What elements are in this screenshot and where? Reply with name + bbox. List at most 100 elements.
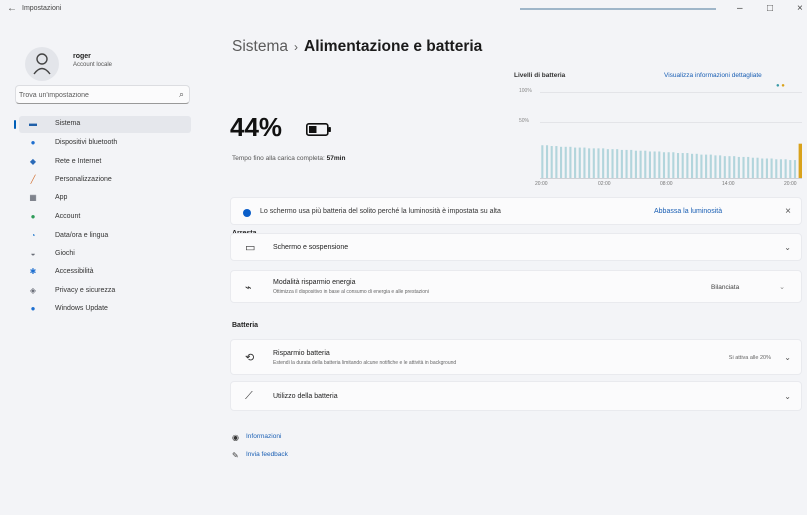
clock-globe-icon: ◔ [30, 231, 36, 240]
close-icon[interactable]: × [785, 206, 791, 217]
info-icon: ◉ [232, 433, 239, 442]
power-mode-dropdown[interactable]: Bilanciata ⌄ [703, 280, 793, 296]
chart-bar[interactable] [644, 150, 647, 178]
chart-bar[interactable] [653, 151, 656, 178]
chart-bar[interactable] [691, 153, 694, 178]
screen-sleep-title: Schermo e sospensione [273, 244, 349, 251]
info-link[interactable]: Informazioni [246, 433, 281, 440]
chart-bar[interactable] [756, 157, 759, 178]
gamepad-icon: ◒ [30, 249, 36, 258]
back-arrow-icon[interactable]: ← [7, 3, 17, 14]
search-input[interactable] [16, 86, 171, 105]
breadcrumb-separator: › [294, 40, 298, 54]
chart-bar[interactable] [634, 150, 637, 178]
chart-bar[interactable] [578, 147, 581, 178]
chart-bar[interactable] [672, 152, 675, 178]
chevron-down-icon[interactable]: ⌄ [784, 243, 791, 252]
battery-usage-card[interactable]: ⟋ Utilizzo della batteria ⌄ [230, 381, 802, 411]
accessibility-icon: ✱ [29, 267, 37, 276]
chart-bar[interactable] [700, 154, 703, 178]
sidebar-item-windows-update[interactable]: ● Windows Update [19, 301, 191, 318]
chart-bar[interactable] [639, 150, 642, 178]
chevron-down-icon[interactable]: ⌄ [784, 353, 791, 362]
chart-bar[interactable] [695, 153, 698, 178]
sidebar-item-app[interactable]: ▦ App [19, 190, 191, 207]
chart-bar[interactable] [723, 156, 726, 178]
chart-bar[interactable] [583, 147, 586, 178]
chevron-down-icon[interactable]: ⌄ [784, 392, 791, 401]
chart-bar[interactable] [597, 148, 600, 178]
chart-bar[interactable] [789, 160, 792, 178]
chart-bar[interactable] [737, 156, 740, 178]
chart-bar[interactable] [770, 158, 773, 179]
close-button[interactable]: × [797, 3, 803, 14]
avatar[interactable] [25, 47, 59, 81]
search-box[interactable]: ⌕ [15, 85, 190, 105]
chart-bar[interactable] [616, 149, 619, 178]
chart-bar[interactable] [667, 152, 670, 178]
chart-bar[interactable] [765, 158, 768, 179]
chart-bar[interactable] [588, 148, 591, 178]
chart-bar[interactable] [602, 148, 605, 178]
breadcrumb-parent[interactable]: Sistema [232, 38, 288, 55]
chart-bar[interactable] [728, 156, 731, 178]
sidebar-item-giochi[interactable]: ◒ Giochi [19, 246, 191, 263]
chart-bar[interactable] [719, 155, 722, 178]
power-mode-title: Modalità risparmio energia [273, 279, 356, 286]
chart-bar[interactable] [569, 146, 572, 178]
chart-bar[interactable] [630, 149, 633, 178]
brush-icon: ╱ [30, 175, 36, 184]
chart-bar[interactable] [662, 152, 666, 178]
chart-bar[interactable] [564, 146, 567, 178]
chart-bar[interactable] [793, 160, 797, 178]
chart-title: Livelli di batteria [514, 72, 566, 79]
sidebar-item-label: Personalizzazione [55, 176, 112, 183]
chart-bar[interactable] [742, 156, 745, 178]
sidebar-item-rete-e-internet[interactable]: ◆ Rete e Internet [19, 154, 191, 171]
lower-brightness-link[interactable]: Abbassa la luminosità [654, 208, 722, 215]
chart-bar[interactable] [709, 154, 712, 178]
sidebar-item-sistema[interactable]: ▬ Sistema [14, 116, 191, 133]
feedback-link[interactable]: Invia feedback [246, 451, 288, 458]
sidebar-item-personalizzazione[interactable]: ╱ Personalizzazione [19, 172, 191, 189]
maximize-button[interactable]: □ [767, 3, 773, 14]
chart-bar[interactable] [574, 147, 577, 178]
chart-bar[interactable] [620, 149, 623, 178]
sidebar-item-accessibilit[interactable]: ✱ Accessibilità [19, 264, 191, 281]
chart-bar[interactable] [541, 145, 544, 178]
chart-bar[interactable] [625, 149, 628, 178]
chart-bar[interactable] [560, 146, 563, 178]
detailed-info-link[interactable]: Visualizza informazioni dettagliate [664, 72, 762, 79]
sidebar-item-privacy-e-sicurezza[interactable]: ◈ Privacy e sicurezza [19, 283, 191, 300]
chart-bar[interactable] [798, 143, 802, 178]
chart-bar[interactable] [592, 148, 595, 178]
chart-bar[interactable] [658, 151, 661, 178]
chart-bar[interactable] [705, 154, 708, 178]
chart-bar[interactable] [550, 146, 553, 178]
chart-bar[interactable] [686, 153, 689, 178]
chart-bar[interactable] [611, 149, 614, 178]
minimize-button[interactable]: – [737, 3, 743, 14]
chart-bar[interactable] [751, 157, 754, 178]
screen-sleep-card[interactable]: ▭ Schermo e sospensione ⌄ [230, 233, 802, 261]
chart-bar[interactable] [676, 153, 680, 178]
search-icon[interactable]: ⌕ [179, 89, 184, 100]
chart-bar[interactable] [714, 155, 717, 178]
chart-bar[interactable] [775, 159, 778, 178]
chart-bar[interactable] [545, 145, 549, 178]
sidebar-item-label: Data/ora e lingua [55, 232, 109, 239]
sidebar-item-data-ora-e-lingua[interactable]: ◔ Data/ora e lingua [19, 228, 191, 245]
chart-bar[interactable] [555, 146, 558, 178]
sidebar-item-dispositivi-bluetooth[interactable]: ● Dispositivi bluetooth [19, 135, 191, 152]
chart-bar[interactable] [733, 156, 736, 178]
chart-bar[interactable] [681, 153, 684, 178]
chart-bar[interactable] [747, 156, 750, 178]
chart-bar[interactable] [784, 159, 787, 178]
chart-bar[interactable] [761, 158, 764, 179]
battery-saver-card[interactable]: ⟲ Risparmio batteria Estendi la durata d… [230, 339, 802, 375]
chart-bar[interactable] [779, 159, 782, 178]
chart-bar[interactable] [606, 149, 609, 178]
chart-legend-icon: ● ● [776, 83, 785, 89]
sidebar-item-account[interactable]: ● Account [19, 209, 191, 226]
chart-bar[interactable] [648, 151, 651, 178]
